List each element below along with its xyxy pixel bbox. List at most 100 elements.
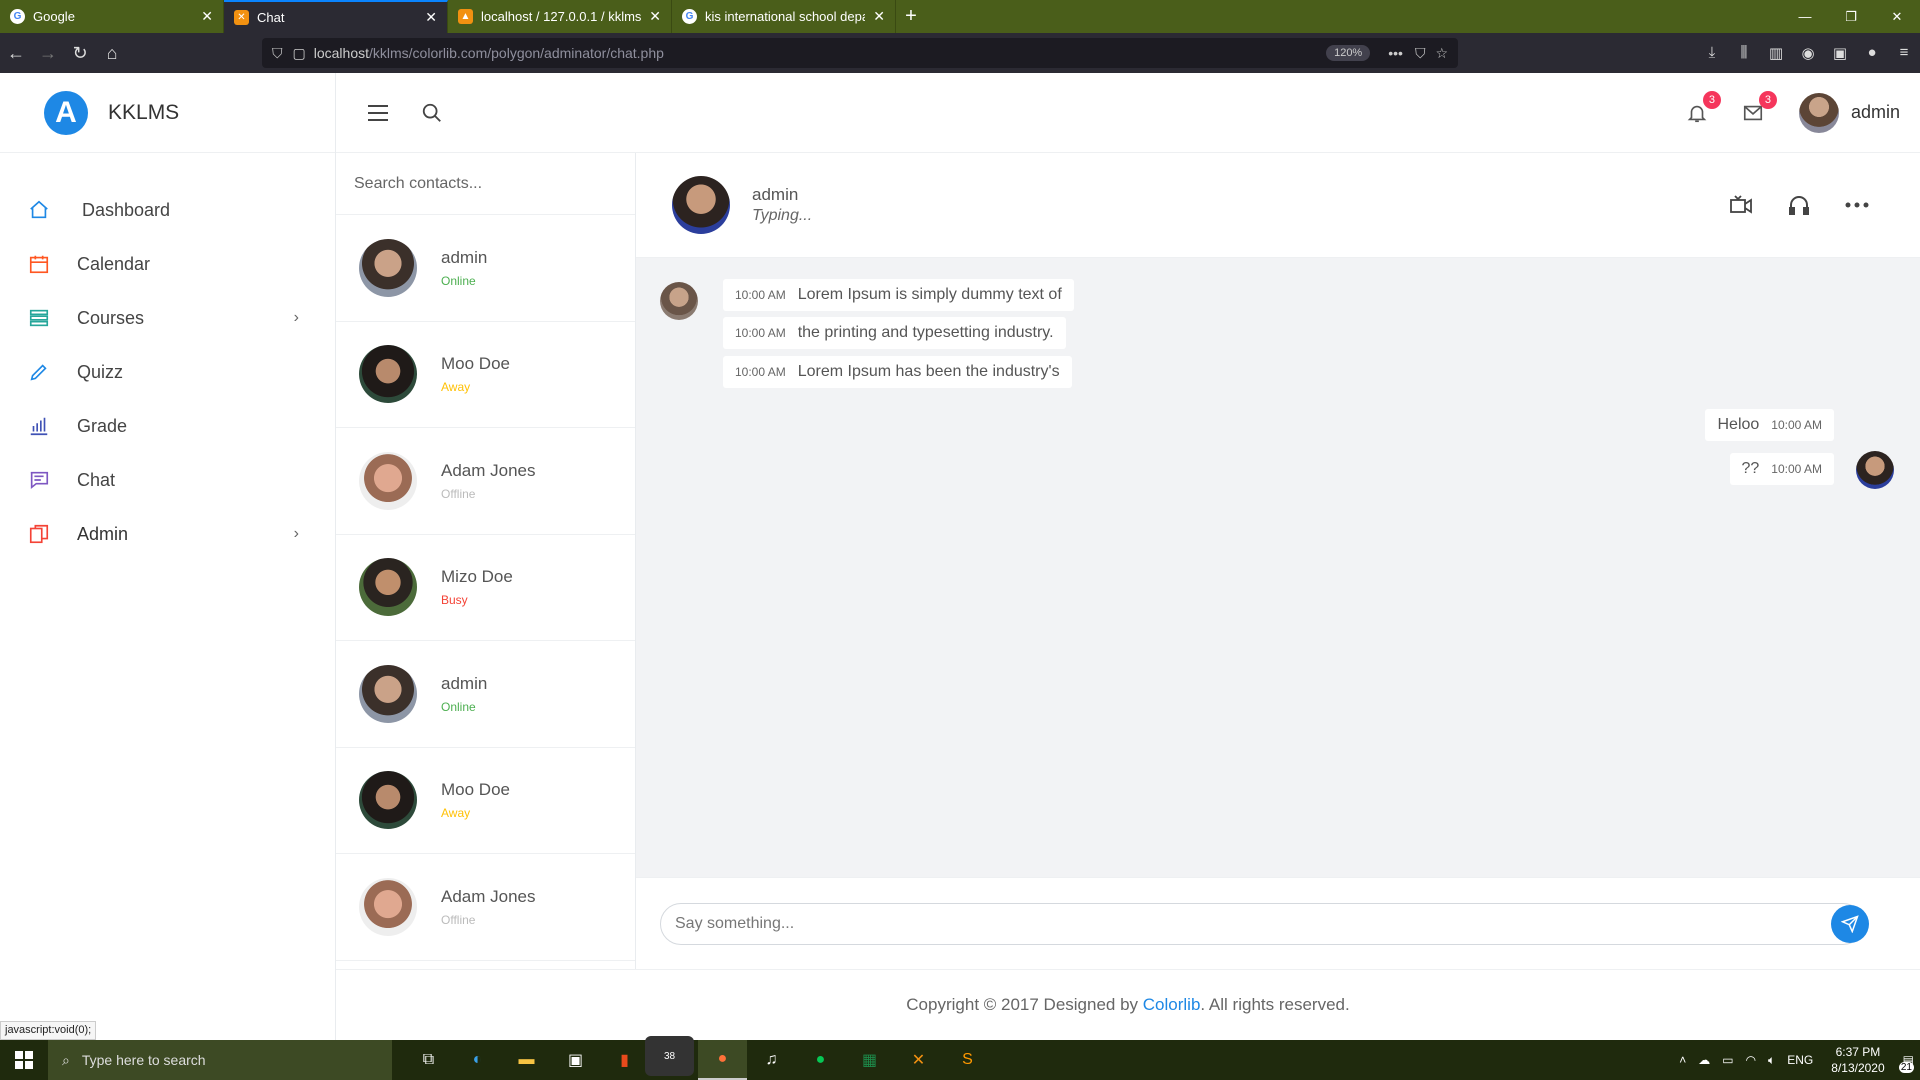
volume-icon[interactable]: 🔈︎ — [1768, 1053, 1775, 1068]
tray-chevron-icon[interactable]: ˄ — [1679, 1053, 1686, 1067]
shield-icon: ⛉ — [272, 44, 283, 61]
windows-start-icon[interactable] — [0, 1040, 48, 1080]
file-explorer-icon[interactable]: ▬ — [502, 1040, 551, 1080]
excel-icon[interactable]: ▦ — [845, 1040, 894, 1080]
messages-button[interactable]: 3 — [1737, 90, 1777, 129]
browser-tab-search[interactable]: G kis international school departs ✕ — [672, 0, 896, 33]
avatar[interactable] — [1798, 92, 1839, 133]
menu-icon[interactable]: ≡ — [1888, 44, 1920, 62]
clock[interactable]: 6:37 PM 8/13/2020 — [1831, 1044, 1884, 1076]
task-view-icon[interactable]: ⧉ — [404, 1040, 453, 1080]
url-path: /kklms/colorlib.com/polygon/adminator/ch… — [369, 45, 664, 61]
edge-icon[interactable]: ◐ — [453, 1040, 502, 1080]
battery-icon[interactable]: ▭ — [1722, 1053, 1733, 1067]
forward-icon[interactable]: → — [32, 37, 64, 69]
headphones-icon[interactable] — [1770, 190, 1828, 220]
sublime-icon[interactable]: S — [943, 1040, 992, 1080]
action-center-icon[interactable]: ▤ 21 — [1898, 1053, 1914, 1073]
reload-icon[interactable]: ↻ — [64, 37, 96, 69]
home-icon[interactable]: ⌂ — [96, 37, 128, 69]
new-tab-icon[interactable]: + — [896, 0, 926, 33]
sidebar-item-label: Grade — [77, 415, 128, 436]
action-center-badge: 21 — [1898, 1062, 1914, 1073]
contact-item[interactable]: Moo Doe Away — [336, 748, 635, 854]
search-contacts-input[interactable]: Search contacts... — [336, 153, 635, 215]
sidebar-item-courses[interactable]: Courses › — [0, 291, 335, 345]
itunes-icon[interactable]: ♫ — [747, 1040, 796, 1080]
line-icon[interactable]: ● — [796, 1040, 845, 1080]
search-icon[interactable] — [420, 101, 444, 125]
taskbar-search-input[interactable]: ⌕ Type here to search — [48, 1040, 392, 1080]
browser-tab-chat[interactable]: ✕ Chat ✕ — [224, 0, 448, 33]
video-call-icon[interactable] — [1712, 190, 1770, 220]
pocket-icon[interactable]: ⛉ — [1415, 45, 1426, 62]
clock-time: 6:37 PM — [1835, 1045, 1881, 1059]
sidebar-icon[interactable]: ▥ — [1760, 44, 1792, 62]
account-icon[interactable]: ◉ — [1792, 44, 1824, 62]
contact-item[interactable]: Mizo Doe Busy — [336, 535, 635, 641]
library-icon[interactable]: ⫼ — [1728, 44, 1760, 62]
firefox-icon[interactable]: ● — [698, 1040, 747, 1080]
hamburger-menu-icon[interactable] — [366, 101, 390, 125]
close-tab-icon[interactable]: ✕ — [649, 8, 661, 25]
mail-icon[interactable]: ✉38 — [645, 1036, 698, 1080]
contact-item[interactable]: Adam Jones Offline — [336, 428, 635, 535]
footer-link[interactable]: Colorlib — [1143, 995, 1201, 1015]
avatar — [359, 451, 417, 510]
close-window-icon[interactable]: ✕ — [1874, 0, 1920, 33]
sidebar-item-quizz[interactable]: Quizz — [0, 345, 335, 399]
sidebar-item-dashboard[interactable]: Dashboard — [0, 183, 335, 237]
office-icon[interactable]: ▮ — [600, 1040, 649, 1080]
send-button[interactable] — [1831, 904, 1869, 943]
sidebar-item-grade[interactable]: Grade — [0, 399, 335, 453]
browser-tab-google[interactable]: G Google ✕ — [0, 0, 224, 33]
contact-item[interactable]: Moo Doe Away — [336, 322, 635, 428]
browser-tab-phpmyadmin[interactable]: ▲ localhost / 127.0.0.1 / kklms / q ✕ — [448, 0, 672, 33]
more-actions-icon[interactable]: ••• — [1388, 45, 1403, 61]
contact-item[interactable]: admin Online — [336, 641, 635, 748]
contact-item[interactable]: admin Online — [336, 215, 635, 322]
brand-name: KKLMS — [108, 100, 180, 124]
sidebar-item-chat[interactable]: Chat — [0, 453, 335, 507]
sidebar-item-admin[interactable]: Admin › — [0, 507, 335, 561]
tab-title: Google — [33, 9, 75, 24]
contact-status: Busy — [441, 593, 468, 608]
avatar — [672, 176, 730, 234]
more-options-icon[interactable] — [1828, 190, 1886, 220]
restore-icon[interactable]: ❐ — [1828, 0, 1874, 33]
search-icon: ⌕ — [62, 1051, 70, 1068]
message-bubble-outgoing: Heloo 10:00 AM — [1705, 409, 1834, 441]
contact-item[interactable]: Adam Jones Offline — [336, 854, 635, 961]
wifi-icon[interactable]: ◠ — [1746, 1053, 1756, 1067]
url-bar[interactable]: ⛉ ▢ localhost/kklms/colorlib.com/polygon… — [262, 38, 1458, 68]
close-tab-icon[interactable]: ✕ — [201, 8, 213, 25]
close-tab-icon[interactable]: ✕ — [425, 9, 437, 26]
message-input[interactable]: Say something... — [660, 902, 1869, 945]
extension-icon[interactable]: ● — [1856, 44, 1888, 62]
message-time: 10:00 AM — [1771, 462, 1822, 476]
taskbar-search-placeholder: Type here to search — [81, 1052, 206, 1068]
brand[interactable]: A KKLMS — [0, 73, 335, 153]
store-icon[interactable]: ▣ — [551, 1040, 600, 1080]
bookmark-star-icon[interactable]: ☆ — [1435, 45, 1448, 62]
app-topbar: 3 3 admin — [336, 73, 1920, 153]
download-icon[interactable]: ⤓ — [1696, 44, 1728, 62]
message-time: 10:00 AM — [735, 326, 786, 340]
sidebar-item-calendar[interactable]: Calendar — [0, 237, 335, 291]
xampp-icon[interactable]: ✕ — [894, 1040, 943, 1080]
language-indicator[interactable]: ENG — [1787, 1053, 1813, 1067]
tab-title: localhost / 127.0.0.1 / kklms / q — [481, 9, 642, 24]
avatar — [660, 282, 698, 320]
contact-status: Online — [441, 699, 476, 714]
user-name[interactable]: admin — [1851, 102, 1900, 123]
avatar — [359, 345, 417, 404]
notifications-button[interactable]: 3 — [1681, 90, 1721, 129]
back-icon[interactable]: ← — [0, 37, 32, 69]
extension-icon[interactable]: ▣ — [1824, 44, 1856, 62]
cloud-icon[interactable]: ☁ — [1698, 1053, 1710, 1067]
close-tab-icon[interactable]: ✕ — [873, 8, 885, 25]
page-icon: ▢ — [292, 44, 306, 61]
zoom-indicator[interactable]: 120% — [1326, 45, 1371, 61]
minimize-icon[interactable]: — — [1782, 0, 1828, 33]
status-bar-link: javascript:void(0); — [0, 1021, 97, 1040]
